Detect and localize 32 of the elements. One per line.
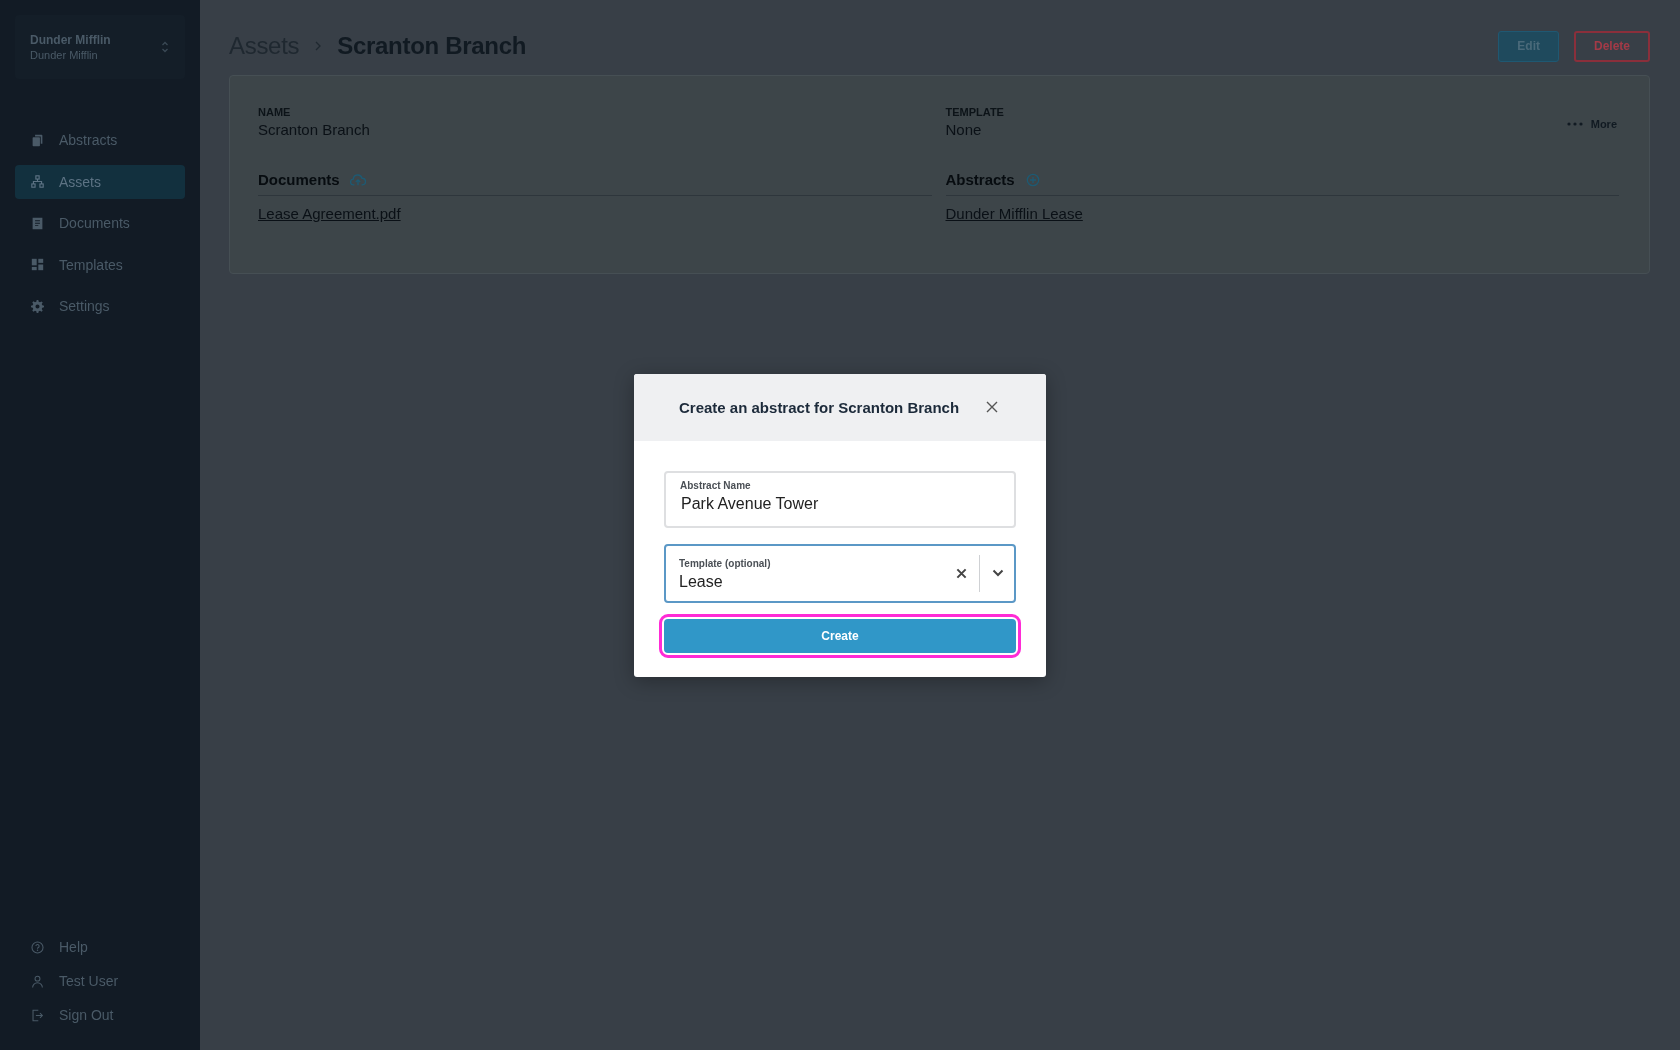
sign-out-icon — [31, 1008, 44, 1022]
gear-icon — [31, 299, 44, 313]
chevron-down-icon[interactable] — [992, 569, 1004, 577]
dialog-title: Create an abstract for Scranton Branch — [679, 398, 960, 416]
nav-item[interactable]: Documents — [15, 206, 185, 240]
section-heading: Abstracts — [945, 171, 1015, 188]
nav-item[interactable]: Abstracts — [15, 123, 185, 157]
grid-icon — [31, 258, 44, 271]
field-label: Template (optional) — [679, 557, 771, 569]
footer-item[interactable]: Sign Out — [15, 1002, 185, 1028]
chevron-up-down-icon — [161, 40, 169, 54]
template-select[interactable]: Template (optional) Lease — [664, 543, 1016, 603]
nav-item[interactable]: Templates — [15, 247, 185, 282]
clear-icon[interactable] — [956, 567, 967, 579]
delete-button[interactable]: Delete — [1573, 30, 1650, 62]
chevron-right-icon — [315, 41, 322, 51]
section-heading: Documents — [258, 171, 340, 188]
footer-item[interactable]: Test User — [15, 968, 185, 994]
document-icon — [31, 216, 44, 230]
nav-item[interactable]: Assets — [15, 164, 185, 199]
more-icon — [1566, 122, 1583, 126]
user-icon — [31, 974, 44, 988]
abstracts-icon — [31, 133, 44, 147]
help-icon — [31, 940, 44, 954]
field-value: Lease — [679, 572, 723, 591]
abstract-name-field[interactable]: Abstract Name Park Avenue Tower — [664, 470, 1016, 528]
field-label: Abstract Name — [680, 479, 751, 491]
close-icon[interactable] — [986, 401, 998, 413]
footer-item[interactable]: Help — [15, 934, 185, 960]
hierarchy-icon — [31, 175, 44, 188]
field-value: Park Avenue Tower — [680, 494, 819, 513]
nav-item[interactable]: Settings — [15, 289, 185, 323]
